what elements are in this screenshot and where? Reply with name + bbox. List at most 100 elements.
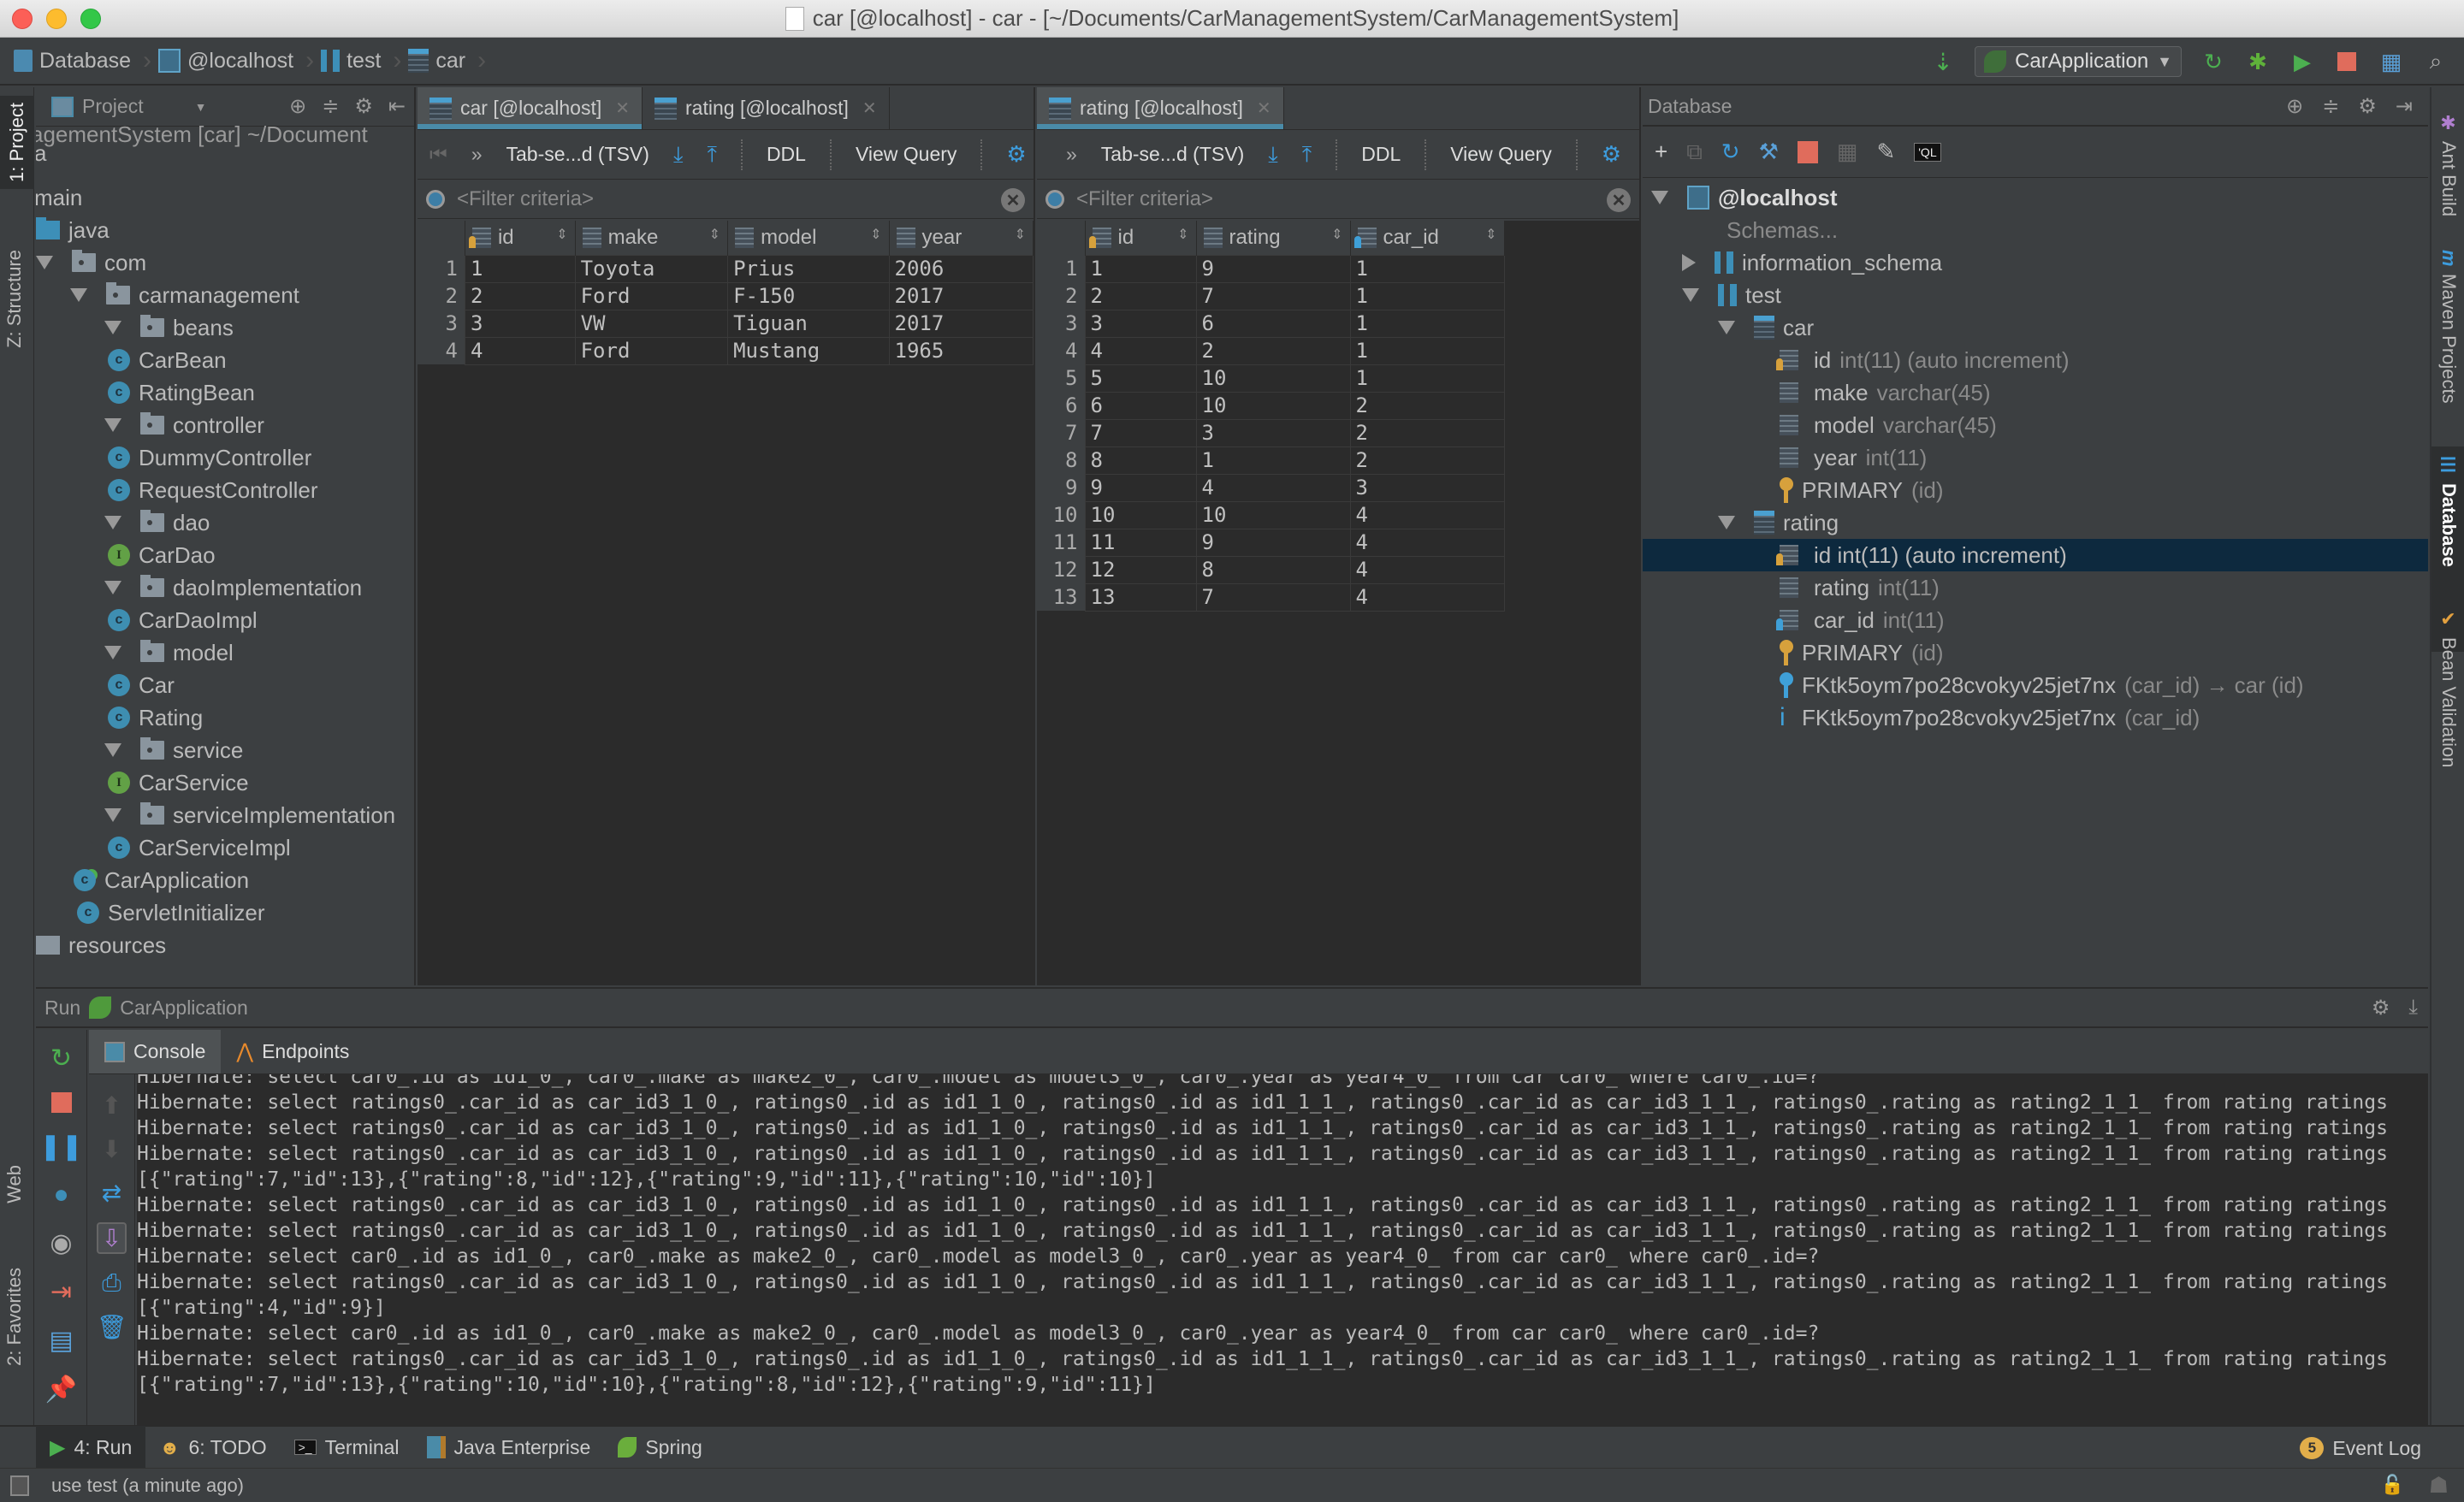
- locate-icon[interactable]: ⊕: [2286, 94, 2303, 119]
- table-cell[interactable]: 2: [1084, 281, 1197, 310]
- more-icon[interactable]: »: [471, 143, 483, 166]
- table-row[interactable]: 2271: [1037, 281, 1505, 310]
- table-cell[interactable]: 1: [1349, 364, 1505, 393]
- sort-icon[interactable]: ⇕: [1015, 226, 1026, 243]
- export-format-select[interactable]: Tab-se...d (TSV): [506, 143, 649, 166]
- db-tree-item[interactable]: car_id int(11): [1643, 604, 2428, 636]
- tab-rating-localhost[interactable]: rating [@localhost] ✕: [1037, 87, 1284, 129]
- table-cell[interactable]: 11: [1084, 528, 1197, 557]
- tree-item-daoimplementation[interactable]: daoImplementation: [104, 571, 362, 604]
- table-cell[interactable]: 1: [1349, 309, 1505, 338]
- tool-tab-run[interactable]: ▶ 4: Run: [36, 1426, 146, 1469]
- column-header-model[interactable]: model ⇕: [727, 221, 890, 255]
- table-cell[interactable]: 2: [1349, 391, 1505, 420]
- table-cell[interactable]: 4: [1084, 336, 1197, 365]
- table-cell[interactable]: 1: [1084, 254, 1197, 283]
- table-cell[interactable]: 4: [1349, 555, 1505, 584]
- db-tree-item[interactable]: PRIMARY (id): [1643, 636, 2428, 669]
- close-icon[interactable]: ✕: [862, 98, 877, 119]
- table-row[interactable]: 1 1 Toyota Prius 2006: [418, 254, 1034, 283]
- table-cell[interactable]: 4: [1349, 528, 1505, 557]
- table-row[interactable]: 3 3 VW Tiguan 2017: [418, 309, 1034, 338]
- tree-item-serviceimplementation[interactable]: serviceImplementation: [104, 799, 395, 831]
- expanded-arrow-icon[interactable]: [104, 743, 121, 757]
- settings-icon[interactable]: ⚙: [2372, 996, 2390, 1020]
- export-format-select[interactable]: Tab-se...d (TSV): [1101, 143, 1244, 166]
- table-row[interactable]: 4421: [1037, 336, 1505, 365]
- table-row[interactable]: 5 5 10 1: [1037, 364, 1505, 393]
- window-close-button[interactable]: [12, 9, 33, 29]
- tree-item-cardaoimpl[interactable]: c CarDaoImpl: [108, 604, 258, 636]
- first-page-icon[interactable]: ⏮: [429, 143, 447, 166]
- tool-tab-ant-build[interactable]: ✱ Ant Build: [2431, 104, 2464, 225]
- table-row[interactable]: 7732: [1037, 418, 1505, 447]
- lock-icon[interactable]: 🔓: [2381, 1474, 2404, 1496]
- table-cell[interactable]: Ford: [574, 281, 729, 310]
- db-tree-item[interactable]: rating: [1643, 506, 2428, 539]
- table-cell[interactable]: 2006: [888, 254, 1034, 283]
- upload-icon[interactable]: ⤒: [1302, 141, 1312, 169]
- column-header-id[interactable]: id ⇕: [1085, 221, 1197, 255]
- tab-endpoints[interactable]: ⋀ Endpoints: [221, 1030, 364, 1073]
- tool-tab-project[interactable]: 1: Project: [0, 96, 34, 189]
- chevron-down-icon[interactable]: ▼: [195, 100, 207, 114]
- layout-icon[interactable]: ▤: [49, 1326, 73, 1356]
- table-cell[interactable]: 6: [1084, 391, 1197, 420]
- table-cell[interactable]: 2017: [888, 281, 1034, 310]
- tree-item-controller[interactable]: controller: [104, 409, 264, 441]
- expanded-arrow-icon[interactable]: [36, 256, 53, 269]
- db-tree-item[interactable]: information_schema: [1643, 246, 2428, 279]
- ddl-button[interactable]: DDL: [767, 143, 806, 166]
- tool-tab-spring[interactable]: Spring: [604, 1426, 715, 1469]
- tree-item-main[interactable]: main: [36, 181, 82, 214]
- settings-icon[interactable]: ⚙: [1006, 141, 1026, 168]
- table-cell[interactable]: 13: [1084, 582, 1197, 612]
- db-tree-item[interactable]: year int(11): [1643, 441, 2428, 474]
- filter-input[interactable]: <Filter criteria>: [457, 187, 594, 211]
- copy-icon[interactable]: ⧉: [1686, 139, 1703, 166]
- collapse-all-icon[interactable]: ≑: [2322, 94, 2339, 119]
- table-row[interactable]: 9943: [1037, 473, 1505, 502]
- db-tree-item[interactable]: car: [1643, 311, 2428, 344]
- stop-icon[interactable]: [1797, 140, 1818, 163]
- sort-icon[interactable]: ⇕: [556, 226, 567, 243]
- table-cell[interactable]: VW: [574, 309, 729, 338]
- filter-bar[interactable]: <Filter criteria> ✕: [418, 180, 1034, 219]
- table-cell[interactable]: 3: [1195, 418, 1351, 447]
- table-cell[interactable]: 9: [1195, 528, 1351, 557]
- soft-wrap-icon[interactable]: ⇄: [102, 1179, 121, 1207]
- arrow-down-icon[interactable]: ⬇: [102, 1135, 121, 1163]
- tool-tab-structure[interactable]: Z: Structure: [3, 250, 26, 348]
- tree-item-rating[interactable]: c Rating: [108, 701, 203, 734]
- tool-tab-maven-projects[interactable]: m Maven Projects: [2431, 241, 2464, 411]
- breadcrumb-car[interactable]: car ›: [408, 46, 486, 75]
- db-tree-item[interactable]: PRIMARY (id): [1643, 474, 2428, 506]
- table-row[interactable]: 13 13 7 4: [1037, 582, 1505, 612]
- stop-icon[interactable]: [50, 1092, 72, 1113]
- tree-item-com[interactable]: com: [36, 246, 146, 279]
- hide-panel-icon[interactable]: ⇥: [2396, 94, 2413, 119]
- tree-item-carserviceimpl[interactable]: c CarServiceImpl: [108, 831, 291, 864]
- tree-item-carbean[interactable]: c CarBean: [108, 344, 227, 376]
- table-cell[interactable]: 4: [1195, 473, 1351, 502]
- tree-item-model[interactable]: model: [104, 636, 234, 669]
- dump-threads-icon[interactable]: ◉: [50, 1228, 72, 1258]
- table-cell[interactable]: Ford: [574, 336, 729, 365]
- table-cell[interactable]: 1965: [888, 336, 1034, 365]
- table-cell[interactable]: 2: [464, 281, 576, 310]
- collapse-all-icon[interactable]: ≑: [322, 94, 339, 119]
- table-row[interactable]: 12 12 8 4: [1037, 555, 1505, 584]
- table-cell[interactable]: 10: [1195, 364, 1351, 393]
- tree-item-carservice[interactable]: I CarService: [108, 766, 249, 799]
- settings-icon[interactable]: ⚙: [2358, 94, 2377, 119]
- project-view-select[interactable]: Project: [82, 95, 144, 118]
- expanded-arrow-icon[interactable]: [70, 288, 87, 302]
- expanded-arrow-icon[interactable]: [1682, 288, 1699, 302]
- expanded-arrow-icon[interactable]: [1718, 321, 1735, 334]
- sql-console-icon[interactable]: 'QL: [1914, 142, 1941, 162]
- print-icon[interactable]: ⎙: [102, 1269, 121, 1298]
- table-cell[interactable]: 2: [1195, 336, 1351, 365]
- table-cell[interactable]: 3: [464, 309, 576, 338]
- table-row[interactable]: 10 10 10 4: [1037, 500, 1505, 529]
- sort-icon[interactable]: ⇕: [1177, 226, 1188, 243]
